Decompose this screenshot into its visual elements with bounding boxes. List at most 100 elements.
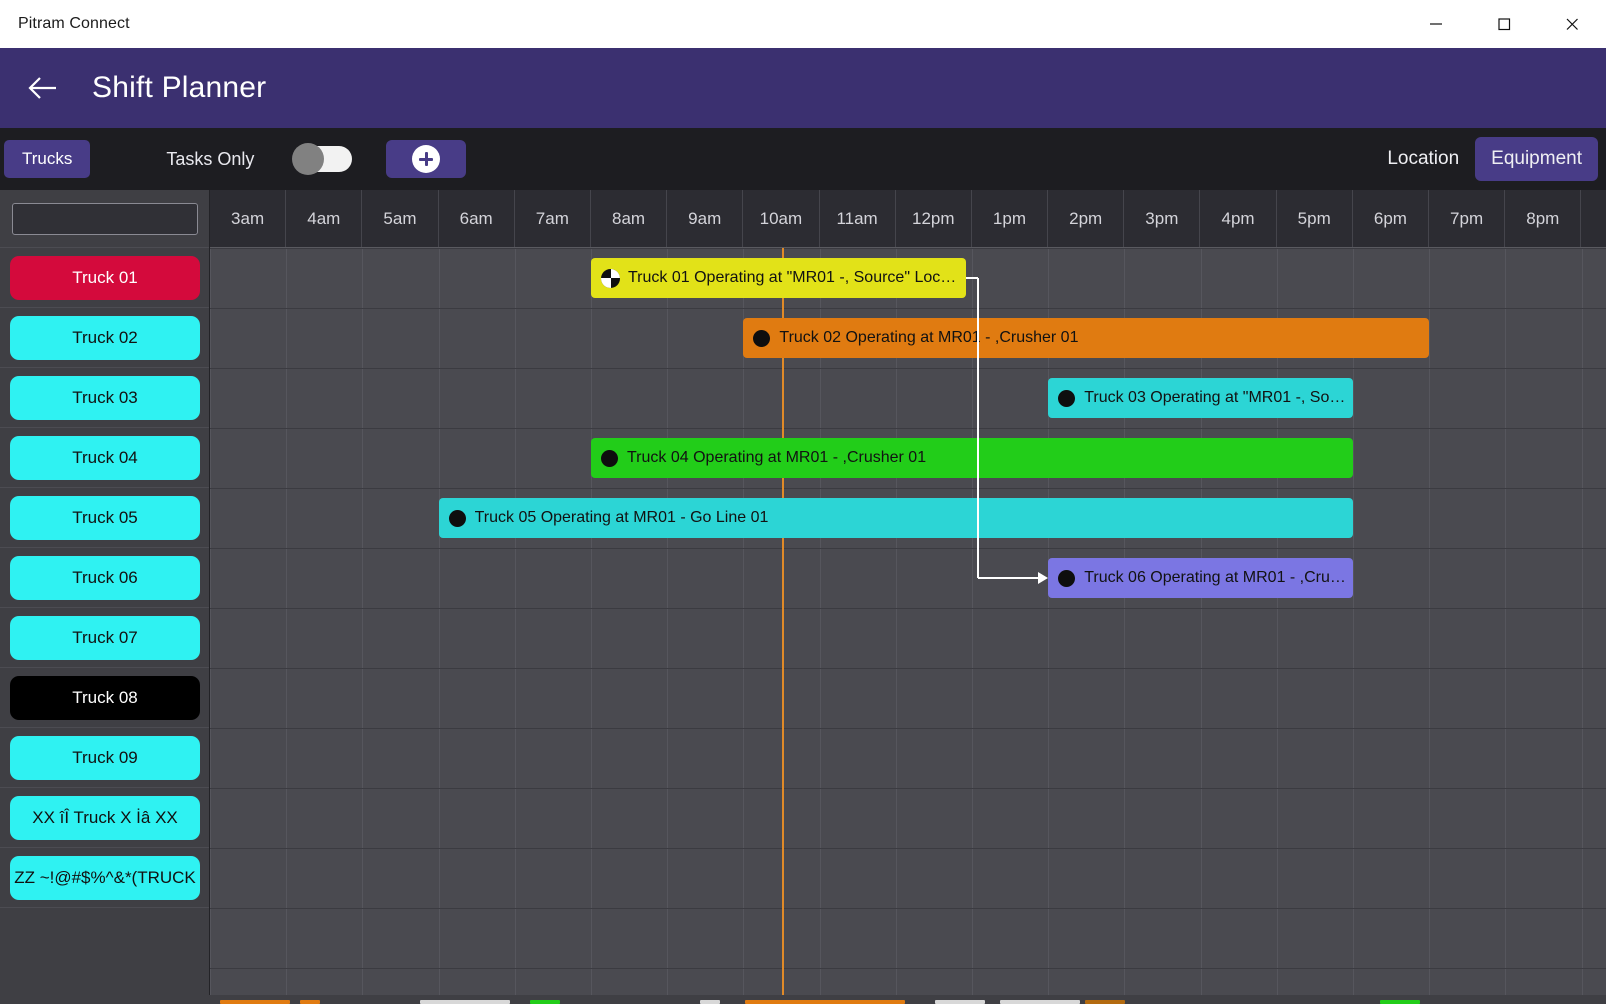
current-time-marker <box>781 248 784 1004</box>
truck-row: Truck 07 <box>0 608 210 668</box>
hour-label: 6pm <box>1373 208 1407 228</box>
gridline-vertical <box>362 248 364 1004</box>
hour-label: 8am <box>611 208 646 228</box>
back-button[interactable] <box>22 67 64 109</box>
gridline-horizontal <box>210 668 1606 669</box>
minimap-segment <box>1000 1000 1080 1004</box>
dependency-link-segment <box>976 278 979 578</box>
tab-location[interactable]: Location <box>1371 137 1475 181</box>
gridline-vertical <box>1581 248 1583 1004</box>
window-controls <box>1402 0 1606 48</box>
sidebar-search-row <box>0 190 210 248</box>
minimap-segment <box>1085 1000 1125 1004</box>
hour-header-8pm: 8pm <box>1505 190 1582 247</box>
hour-label: 9am <box>688 208 722 228</box>
add-task-button[interactable] <box>386 140 467 178</box>
plus-icon <box>412 145 441 173</box>
task-bar[interactable]: Truck 03 Operating at "MR01 -, So… <box>1048 378 1353 418</box>
tasks-only-toggle[interactable] <box>292 143 353 175</box>
truck-pill-5[interactable]: Truck 05 <box>10 495 200 540</box>
truck-pill-2[interactable]: Truck 02 <box>10 315 200 360</box>
gridline-horizontal <box>210 368 1606 369</box>
gridline-horizontal <box>210 308 1606 309</box>
hour-header-6pm: 6pm <box>1353 190 1429 247</box>
truck-row: Truck 04 <box>0 428 210 488</box>
hour-header-4am: 4am <box>286 190 363 247</box>
hour-label: 10am <box>759 208 803 228</box>
maximize-button[interactable] <box>1470 0 1538 48</box>
truck-pill-10[interactable]: XX îÎ Truck X İâ XX <box>10 795 200 840</box>
truck-list: Truck 01 Truck 02 Truck 03 Truck 04 Truck 05… <box>0 248 210 908</box>
timeline-hour-header: 3am 4am 5am 6am 7am 8am 9am 10am 11am 12pm 1pm 2pm 3… <box>210 190 1606 248</box>
maximize-icon <box>1498 18 1511 31</box>
truck-pill-8[interactable]: Truck 08 <box>10 675 200 720</box>
gridline-vertical <box>1048 248 1050 1004</box>
gridline-horizontal <box>210 248 1606 249</box>
truck-pill-label: Truck 02 <box>72 327 138 347</box>
gridline-horizontal <box>210 488 1606 489</box>
truck-row: Truck 06 <box>0 548 210 608</box>
dot-icon <box>601 449 618 467</box>
gridline-horizontal <box>210 968 1606 969</box>
minimap-segment <box>420 1000 510 1004</box>
app-header: Shift Planner <box>0 48 1606 128</box>
tab-equipment[interactable]: Equipment <box>1475 137 1598 181</box>
truck-pill-label: Truck 03 <box>72 387 138 407</box>
gridline-vertical <box>1353 248 1354 1004</box>
truck-pill-label: Truck 07 <box>72 627 138 647</box>
gridline-vertical <box>819 248 821 1004</box>
gridline-vertical <box>743 248 745 1004</box>
minimap-segment <box>530 1000 560 1004</box>
gridline-vertical <box>1505 248 1507 1004</box>
hour-label: 7pm <box>1450 208 1484 228</box>
truck-pill-11[interactable]: ZZ ~!@#$%^&*(TRUCK <box>10 855 200 900</box>
truck-pill-3[interactable]: Truck 03 <box>10 375 200 420</box>
task-bar-label: Truck 02 Operating at MR01 - ,Crusher 01 <box>779 329 1079 346</box>
gridline-horizontal <box>210 848 1606 849</box>
truck-row: ZZ ~!@#$%^&*(TRUCK <box>0 848 210 908</box>
task-bar[interactable]: Truck 02 Operating at MR01 - ,Crusher 01 <box>743 318 1430 358</box>
hour-header-2pm: 2pm <box>1048 190 1125 247</box>
hour-header-3am: 3am <box>210 190 287 247</box>
truck-pill-6[interactable]: Truck 06 <box>10 555 200 600</box>
dependency-link-segment <box>977 577 1040 579</box>
hour-label: 8pm <box>1526 208 1560 228</box>
window-title-bar: Pitram Connect <box>0 0 1606 48</box>
gridline-vertical <box>1124 248 1126 1004</box>
main-content: Truck 01 Truck 02 Truck 03 Truck 04 Truck 05… <box>0 190 1606 1004</box>
task-bar[interactable]: Truck 05 Operating at MR01 - Go Line 01 <box>438 498 1353 538</box>
hour-label: 1pm <box>992 208 1026 228</box>
dot-icon <box>448 509 466 527</box>
timeline-minimap-strip[interactable] <box>0 995 1606 1004</box>
truck-pill-9[interactable]: Truck 09 <box>10 735 200 780</box>
hour-label: 11am <box>836 208 878 228</box>
pie-progress-icon <box>601 268 620 288</box>
trucks-filter-button[interactable]: Trucks <box>4 140 91 178</box>
timeline-body[interactable]: Truck 01 Operating at "MR01 -, Source" L… <box>210 248 1606 1004</box>
task-bar[interactable]: Truck 04 Operating at MR01 - ,Crusher 01 <box>591 438 1353 478</box>
gridline-horizontal <box>210 728 1606 729</box>
hour-header-1pm: 1pm <box>972 190 1049 247</box>
hour-header-7pm: 7pm <box>1429 190 1506 247</box>
truck-pill-1[interactable]: Truck 01 <box>10 255 200 300</box>
hour-label: 2pm <box>1069 208 1103 228</box>
truck-pill-4[interactable]: Truck 04 <box>10 435 200 480</box>
truck-pill-7[interactable]: Truck 07 <box>10 615 200 660</box>
hour-label: 5am <box>383 208 417 228</box>
truck-row: Truck 01 <box>0 248 210 308</box>
minimap-segment <box>300 1000 320 1004</box>
search-input[interactable] <box>12 202 198 235</box>
truck-pill-label: XX îÎ Truck X İâ XX <box>32 807 178 827</box>
equipment-sidebar: Truck 01 Truck 02 Truck 03 Truck 04 Truck 05… <box>0 190 210 1004</box>
task-bar[interactable]: Truck 06 Operating at MR01 - ,Cru… <box>1048 558 1353 598</box>
hour-header-6am: 6am <box>439 190 515 247</box>
truck-pill-label: Truck 05 <box>72 507 138 527</box>
truck-row: XX îÎ Truck X İâ XX <box>0 788 210 848</box>
hour-label: 4pm <box>1221 208 1255 228</box>
close-icon <box>1566 18 1578 30</box>
minimize-button[interactable] <box>1402 0 1470 48</box>
close-button[interactable] <box>1538 0 1606 48</box>
task-bar[interactable]: Truck 01 Operating at "MR01 -, Source" L… <box>591 258 966 298</box>
minimap-segment <box>220 1000 290 1004</box>
dot-icon <box>1058 569 1076 587</box>
